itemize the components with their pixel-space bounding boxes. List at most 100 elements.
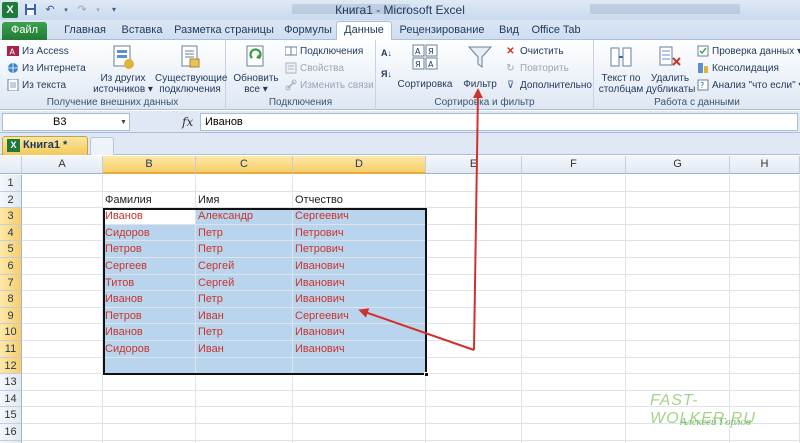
fill-handle[interactable] — [424, 372, 429, 378]
cell-h1[interactable] — [730, 175, 800, 192]
cell-e10[interactable] — [426, 324, 522, 341]
tab-page-layout[interactable]: Разметка страницы — [168, 22, 280, 40]
cell-d2[interactable]: Отчество — [293, 191, 426, 209]
row-header-15[interactable]: 15 — [0, 407, 22, 424]
cell-a15[interactable] — [22, 407, 103, 424]
cell-e1[interactable] — [426, 175, 522, 192]
cell-b10[interactable]: Иванов — [103, 324, 196, 341]
cell-f14[interactable] — [522, 390, 626, 408]
cell-f5[interactable] — [522, 241, 626, 258]
new-tab-button[interactable] — [90, 137, 114, 155]
row-header-5[interactable]: 5 — [0, 241, 22, 258]
filter-button[interactable]: Фильтр — [458, 43, 502, 90]
cell-c1[interactable] — [196, 175, 293, 192]
data-validation-button[interactable]: Проверка данных ▾ — [696, 43, 800, 59]
cell-g12[interactable] — [626, 357, 730, 375]
cell-f9[interactable] — [522, 307, 626, 325]
remove-duplicates-button[interactable]: Удалить дубликаты — [646, 43, 695, 95]
cell-g6[interactable] — [626, 258, 730, 275]
cell-f2[interactable] — [522, 191, 626, 209]
cell-h7[interactable] — [730, 274, 800, 292]
cell-c5[interactable]: Петр — [196, 241, 293, 258]
cell-e7[interactable] — [426, 274, 522, 292]
cell-g7[interactable] — [626, 274, 730, 292]
cell-a12[interactable] — [22, 357, 103, 375]
reapply-filter-button[interactable]: ↻ Повторить — [504, 60, 569, 76]
cell-g9[interactable] — [626, 307, 730, 325]
tab-view[interactable]: Вид — [492, 22, 526, 40]
cell-g8[interactable] — [626, 291, 730, 308]
cell-a4[interactable] — [22, 224, 103, 242]
formula-input[interactable]: Иванов — [200, 113, 798, 131]
cell-e15[interactable] — [426, 407, 522, 424]
cell-h3[interactable] — [730, 208, 800, 225]
from-web-button[interactable]: Из Интернета — [6, 60, 86, 76]
cell-g10[interactable] — [626, 324, 730, 341]
cell-a10[interactable] — [22, 324, 103, 341]
column-header-a[interactable]: A — [22, 156, 103, 174]
cell-b5[interactable]: Петров — [103, 241, 196, 258]
refresh-all-button[interactable]: Обновить все ▾ — [230, 43, 282, 95]
column-header-b[interactable]: B — [103, 156, 196, 174]
from-text-button[interactable]: Из текста — [6, 77, 66, 93]
cell-c15[interactable] — [196, 407, 293, 424]
cell-g1[interactable] — [626, 175, 730, 192]
cell-e4[interactable] — [426, 224, 522, 242]
cell-b6[interactable]: Сергеев — [103, 258, 196, 275]
cell-g4[interactable] — [626, 224, 730, 242]
cell-e8[interactable] — [426, 291, 522, 308]
row-header-16[interactable]: 16 — [0, 424, 22, 441]
name-box-dropdown-icon[interactable]: ▼ — [120, 119, 127, 126]
cell-b7[interactable]: Титов — [103, 274, 196, 292]
cell-h8[interactable] — [730, 291, 800, 308]
cell-c3[interactable]: Александр — [196, 208, 293, 225]
cell-a8[interactable] — [22, 291, 103, 308]
cell-h2[interactable] — [730, 191, 800, 209]
cell-c11[interactable]: Иван — [196, 341, 293, 358]
cell-c14[interactable] — [196, 390, 293, 408]
cell-h5[interactable] — [730, 241, 800, 258]
column-header-e[interactable]: E — [426, 156, 522, 174]
cell-d7[interactable]: Иванович — [293, 274, 426, 292]
text-to-columns-button[interactable]: Текст по столбцам — [596, 43, 646, 95]
row-header-6[interactable]: 6 — [0, 258, 22, 275]
cell-g3[interactable] — [626, 208, 730, 225]
row-header-11[interactable]: 11 — [0, 341, 22, 358]
connections-button[interactable]: Подключения — [284, 43, 363, 59]
cell-f15[interactable] — [522, 407, 626, 424]
cell-g2[interactable] — [626, 191, 730, 209]
row-header-9[interactable]: 9 — [0, 307, 22, 325]
cell-e16[interactable] — [426, 424, 522, 441]
cell-d11[interactable]: Иванович — [293, 341, 426, 358]
cell-g11[interactable] — [626, 341, 730, 358]
cell-g13[interactable] — [626, 374, 730, 391]
tab-home[interactable]: Главная — [54, 22, 116, 40]
cell-c4[interactable]: Петр — [196, 224, 293, 242]
cell-a13[interactable] — [22, 374, 103, 391]
cell-b14[interactable] — [103, 390, 196, 408]
select-all-corner[interactable] — [0, 156, 22, 174]
cell-f1[interactable] — [522, 175, 626, 192]
cell-f16[interactable] — [522, 424, 626, 441]
cell-c7[interactable]: Сергей — [196, 274, 293, 292]
cell-c6[interactable]: Сергей — [196, 258, 293, 275]
cell-a1[interactable] — [22, 175, 103, 192]
cell-b1[interactable] — [103, 175, 196, 192]
workbook-tab-kniga1[interactable]: X Книга1 * — [2, 136, 88, 155]
cell-c8[interactable]: Петр — [196, 291, 293, 308]
cell-a3[interactable] — [22, 208, 103, 225]
cell-d9[interactable]: Сергеевич — [293, 307, 426, 325]
cell-d12[interactable] — [293, 357, 426, 375]
cell-b3[interactable]: Иванов — [103, 208, 196, 225]
tab-review[interactable]: Рецензирование — [394, 22, 490, 40]
tab-formulas[interactable]: Формулы — [280, 22, 336, 40]
cell-b8[interactable]: Иванов — [103, 291, 196, 308]
cell-h6[interactable] — [730, 258, 800, 275]
cell-a9[interactable] — [22, 307, 103, 325]
existing-connections-button[interactable]: Существующие подключения — [155, 43, 227, 95]
row-header-8[interactable]: 8 — [0, 291, 22, 308]
row-header-3[interactable]: 3 — [0, 208, 22, 225]
cell-h11[interactable] — [730, 341, 800, 358]
cell-d6[interactable]: Иванович — [293, 258, 426, 275]
cell-b13[interactable] — [103, 374, 196, 391]
